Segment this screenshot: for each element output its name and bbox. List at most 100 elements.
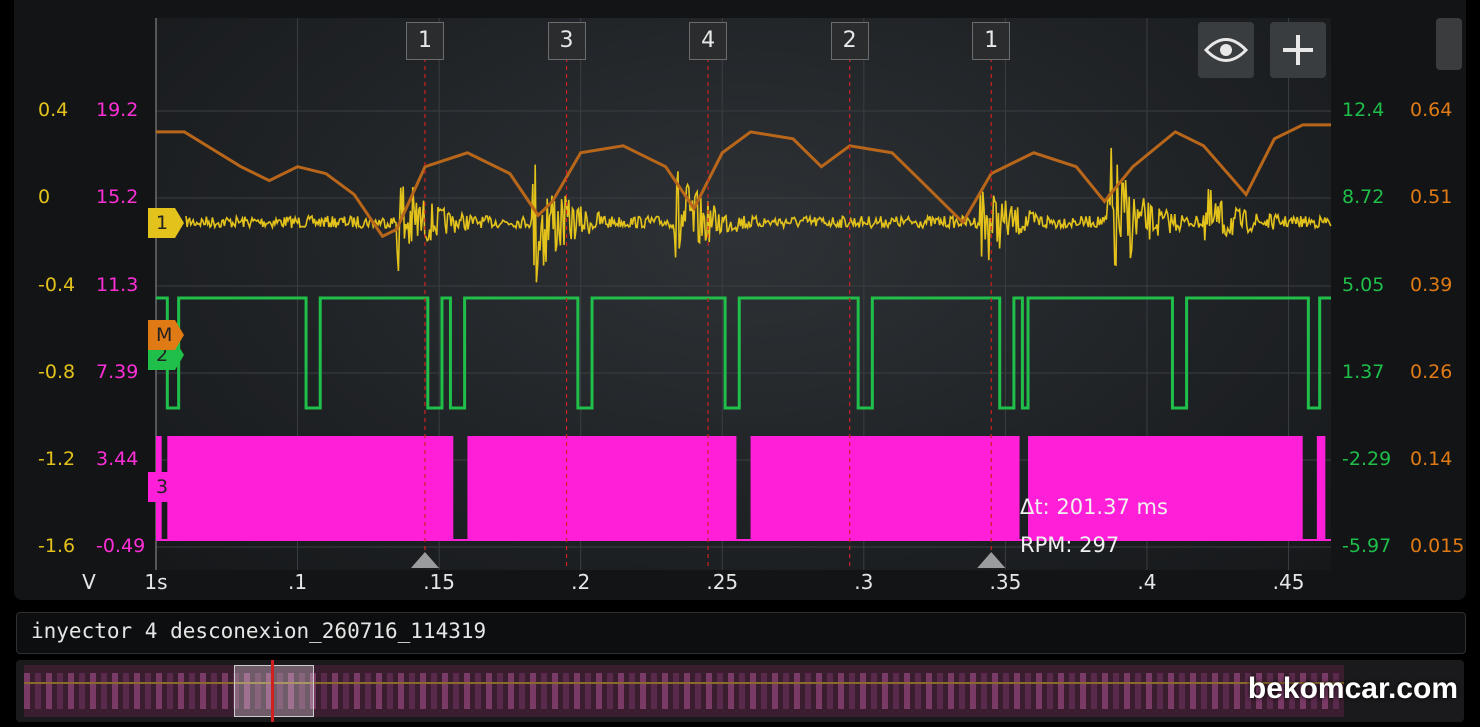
overview-bar — [904, 673, 910, 709]
overview-bar — [1069, 673, 1075, 709]
overview-bar — [574, 673, 580, 709]
overview-bar — [486, 673, 492, 709]
overview-bar — [794, 673, 800, 709]
overview-bar — [398, 673, 404, 709]
right-green-tick: 12.4 — [1342, 99, 1385, 121]
cylinder-marker-0[interactable]: 1 — [405, 22, 444, 60]
cylinder-marker-1[interactable]: 3 — [547, 22, 586, 60]
add-button[interactable] — [1270, 22, 1326, 78]
overview-bar — [552, 673, 558, 709]
overview-bar — [497, 673, 503, 709]
overview-bar — [1080, 673, 1086, 709]
cylinder-marker-2[interactable]: 4 — [689, 22, 728, 60]
overview-bar — [1014, 673, 1020, 709]
overview-bar — [1135, 673, 1141, 709]
overview-bar — [156, 673, 162, 709]
series-3-block-3 — [750, 436, 1020, 540]
overview-bar — [475, 673, 481, 709]
overview-bar — [211, 673, 217, 709]
right-green-tick: 5.05 — [1342, 274, 1385, 296]
left-yellow-tick: 0.4 — [38, 99, 69, 121]
overview-bar — [376, 673, 382, 709]
overview-bar — [596, 673, 602, 709]
overview-bar — [1058, 673, 1064, 709]
cylinder-marker-4[interactable]: 1 — [972, 22, 1011, 60]
overview-bar — [563, 673, 569, 709]
overview-bar — [959, 673, 965, 709]
overview-bar — [1102, 673, 1108, 709]
overview-viewport-window[interactable] — [234, 665, 314, 717]
channel-1-tag-label: 1 — [156, 212, 169, 234]
overview-bar — [1190, 673, 1196, 709]
left-yellow-tick: 0 — [38, 186, 51, 208]
overview-bar — [981, 673, 987, 709]
overview-bar — [783, 673, 789, 709]
overview-bar — [145, 673, 151, 709]
overview-bar — [365, 673, 371, 709]
overview-bar — [1157, 673, 1163, 709]
overview-bar — [1179, 673, 1185, 709]
overview-cursor[interactable] — [271, 660, 274, 722]
right-orange-tick: 0.14 — [1410, 448, 1453, 470]
right-orange-tick: 0.51 — [1410, 186, 1453, 208]
overview-scrollbar[interactable] — [16, 660, 1464, 722]
overview-bar — [772, 673, 778, 709]
overview-bar — [684, 673, 690, 709]
overview-bar — [629, 673, 635, 709]
overview-bar — [343, 673, 349, 709]
overview-bar — [354, 673, 360, 709]
x-tick-label: .2 — [571, 570, 591, 594]
eye-button[interactable] — [1198, 22, 1254, 78]
left-magenta-tick: -0.49 — [96, 535, 146, 557]
overview-bar — [453, 673, 459, 709]
overview-bar — [101, 673, 107, 709]
x-tick-label: .3 — [854, 570, 874, 594]
right-green-tick: 1.37 — [1342, 361, 1385, 383]
x-start-label: 1s — [144, 570, 168, 594]
overview-bar — [860, 673, 866, 709]
overview-bar — [1146, 673, 1152, 709]
left-yellow-tick: -1.6 — [38, 535, 76, 557]
eye-icon — [1204, 38, 1248, 62]
overview-bar — [1201, 673, 1207, 709]
left-magenta-tick: 3.44 — [96, 448, 139, 470]
overview-bar — [739, 673, 745, 709]
overview-bar — [420, 673, 426, 709]
file-name: inyector 4 desconexion_260716_114319 — [31, 619, 487, 643]
overview-bar — [871, 673, 877, 709]
overview-bar — [849, 673, 855, 709]
plus-icon — [1283, 35, 1313, 65]
left-yellow-tick: -1.2 — [38, 448, 76, 470]
overview-bar — [750, 673, 756, 709]
measurement-readout: Δt: 201.37 ms RPM: 297 — [1020, 488, 1168, 564]
overview-bar — [761, 673, 767, 709]
x-tick-label: .35 — [989, 570, 1022, 594]
right-orange-tick: 0.39 — [1410, 274, 1453, 296]
left-magenta-tick: 7.39 — [96, 361, 139, 383]
overview-bar — [112, 673, 118, 709]
overview-bar — [1212, 673, 1218, 709]
overview-bar — [200, 673, 206, 709]
right-orange-tick: 0.015 — [1410, 535, 1465, 557]
time-cursor-0 — [410, 552, 439, 568]
overview-bar — [838, 673, 844, 709]
right-green-tick: 8.72 — [1342, 186, 1385, 208]
overview-bar — [35, 673, 41, 709]
series-3-block-1 — [167, 436, 454, 540]
overview-bar — [24, 673, 30, 709]
overview-bar — [442, 673, 448, 709]
right-green-tick: -5.97 — [1342, 535, 1392, 557]
overview-bar — [695, 673, 701, 709]
overview-bar — [618, 673, 624, 709]
overview-bar — [717, 673, 723, 709]
overview-bar — [607, 673, 613, 709]
overview-bar — [321, 673, 327, 709]
overview-bar — [68, 673, 74, 709]
delta-t-value: Δt: 201.37 ms — [1020, 495, 1168, 519]
overview-bar — [970, 673, 976, 709]
channel-m-tag-label: M — [156, 324, 173, 346]
file-name-bar: inyector 4 desconexion_260716_114319 — [16, 612, 1466, 654]
cylinder-marker-3[interactable]: 2 — [830, 22, 869, 60]
series-1-trace — [185, 147, 1332, 283]
overview-bar — [519, 673, 525, 709]
